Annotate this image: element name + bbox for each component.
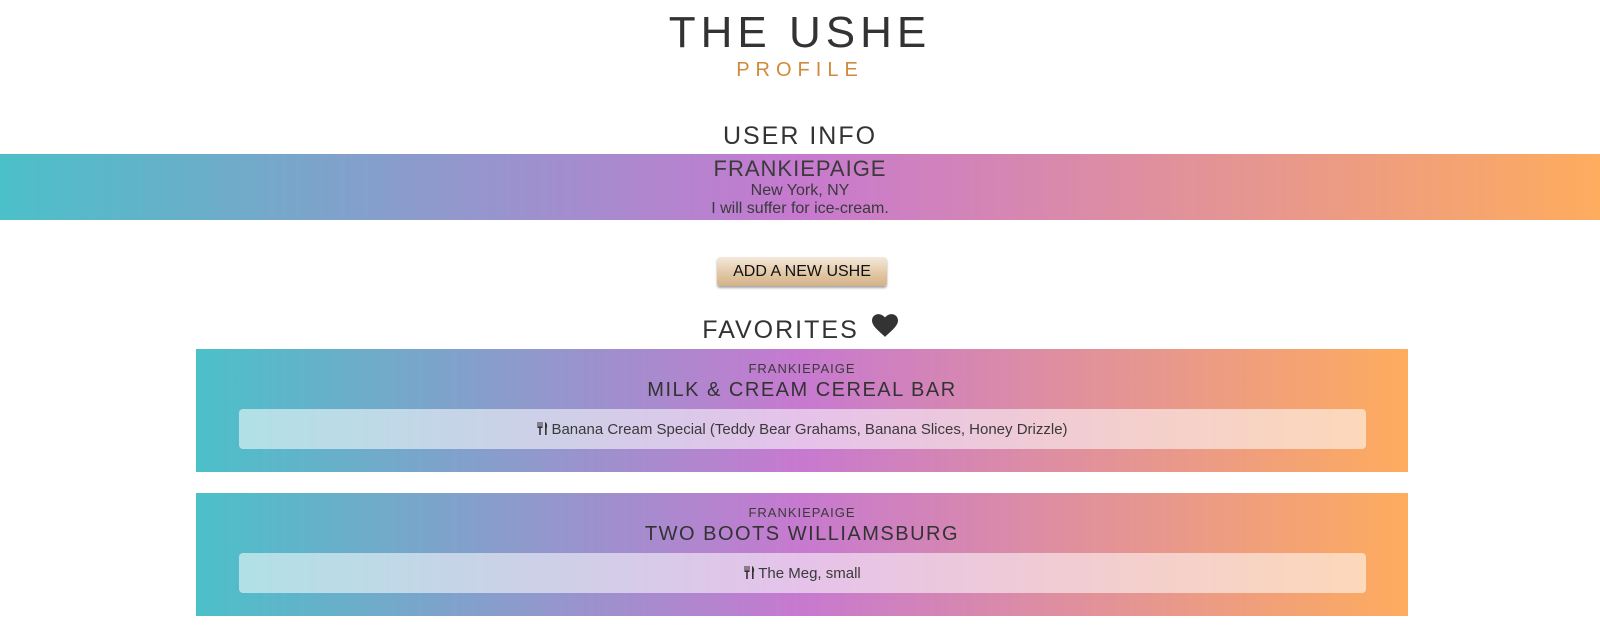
favorite-card: FRANKIEPAIGE TWO BOOTS WILLIAMSBURG The … — [196, 493, 1408, 616]
favorite-item-label: Banana Cream Special (Teddy Bear Grahams… — [551, 420, 1068, 438]
utensils-icon — [537, 421, 548, 439]
favorites-heading-label: FAVORITES — [702, 316, 859, 344]
heart-icon — [871, 314, 898, 344]
favorite-place: MILK & CREAM CEREAL BAR — [647, 379, 957, 401]
add-new-ushe-button[interactable]: ADD A NEW USHE — [717, 257, 887, 286]
favorite-item-label: The Meg, small — [758, 564, 861, 582]
user-bio: I will suffer for ice-cream. — [711, 200, 889, 217]
favorite-item: The Meg, small — [239, 553, 1366, 593]
user-info-heading: USER INFO — [722, 122, 878, 150]
page-subtitle: PROFILE — [736, 59, 864, 81]
favorite-user: FRANKIEPAIGE — [748, 505, 856, 520]
favorite-item: Banana Cream Special (Teddy Bear Grahams… — [239, 409, 1366, 449]
favorites-heading: FAVORITES — [0, 314, 1600, 345]
user-info-panel: FRANKIEPAIGE New York, NY I will suffer … — [0, 154, 1600, 220]
favorite-card: FRANKIEPAIGE MILK & CREAM CEREAL BAR Ban… — [196, 349, 1408, 472]
utensils-icon — [744, 565, 755, 583]
site-header: THE USHE PROFILE — [0, 10, 1600, 82]
app-title: THE USHE — [668, 8, 932, 57]
username: FRANKIEPAIGE — [713, 156, 887, 181]
favorite-place: TWO BOOTS WILLIAMSBURG — [644, 523, 960, 545]
favorite-user: FRANKIEPAIGE — [748, 361, 856, 376]
user-location: New York, NY — [750, 182, 850, 199]
